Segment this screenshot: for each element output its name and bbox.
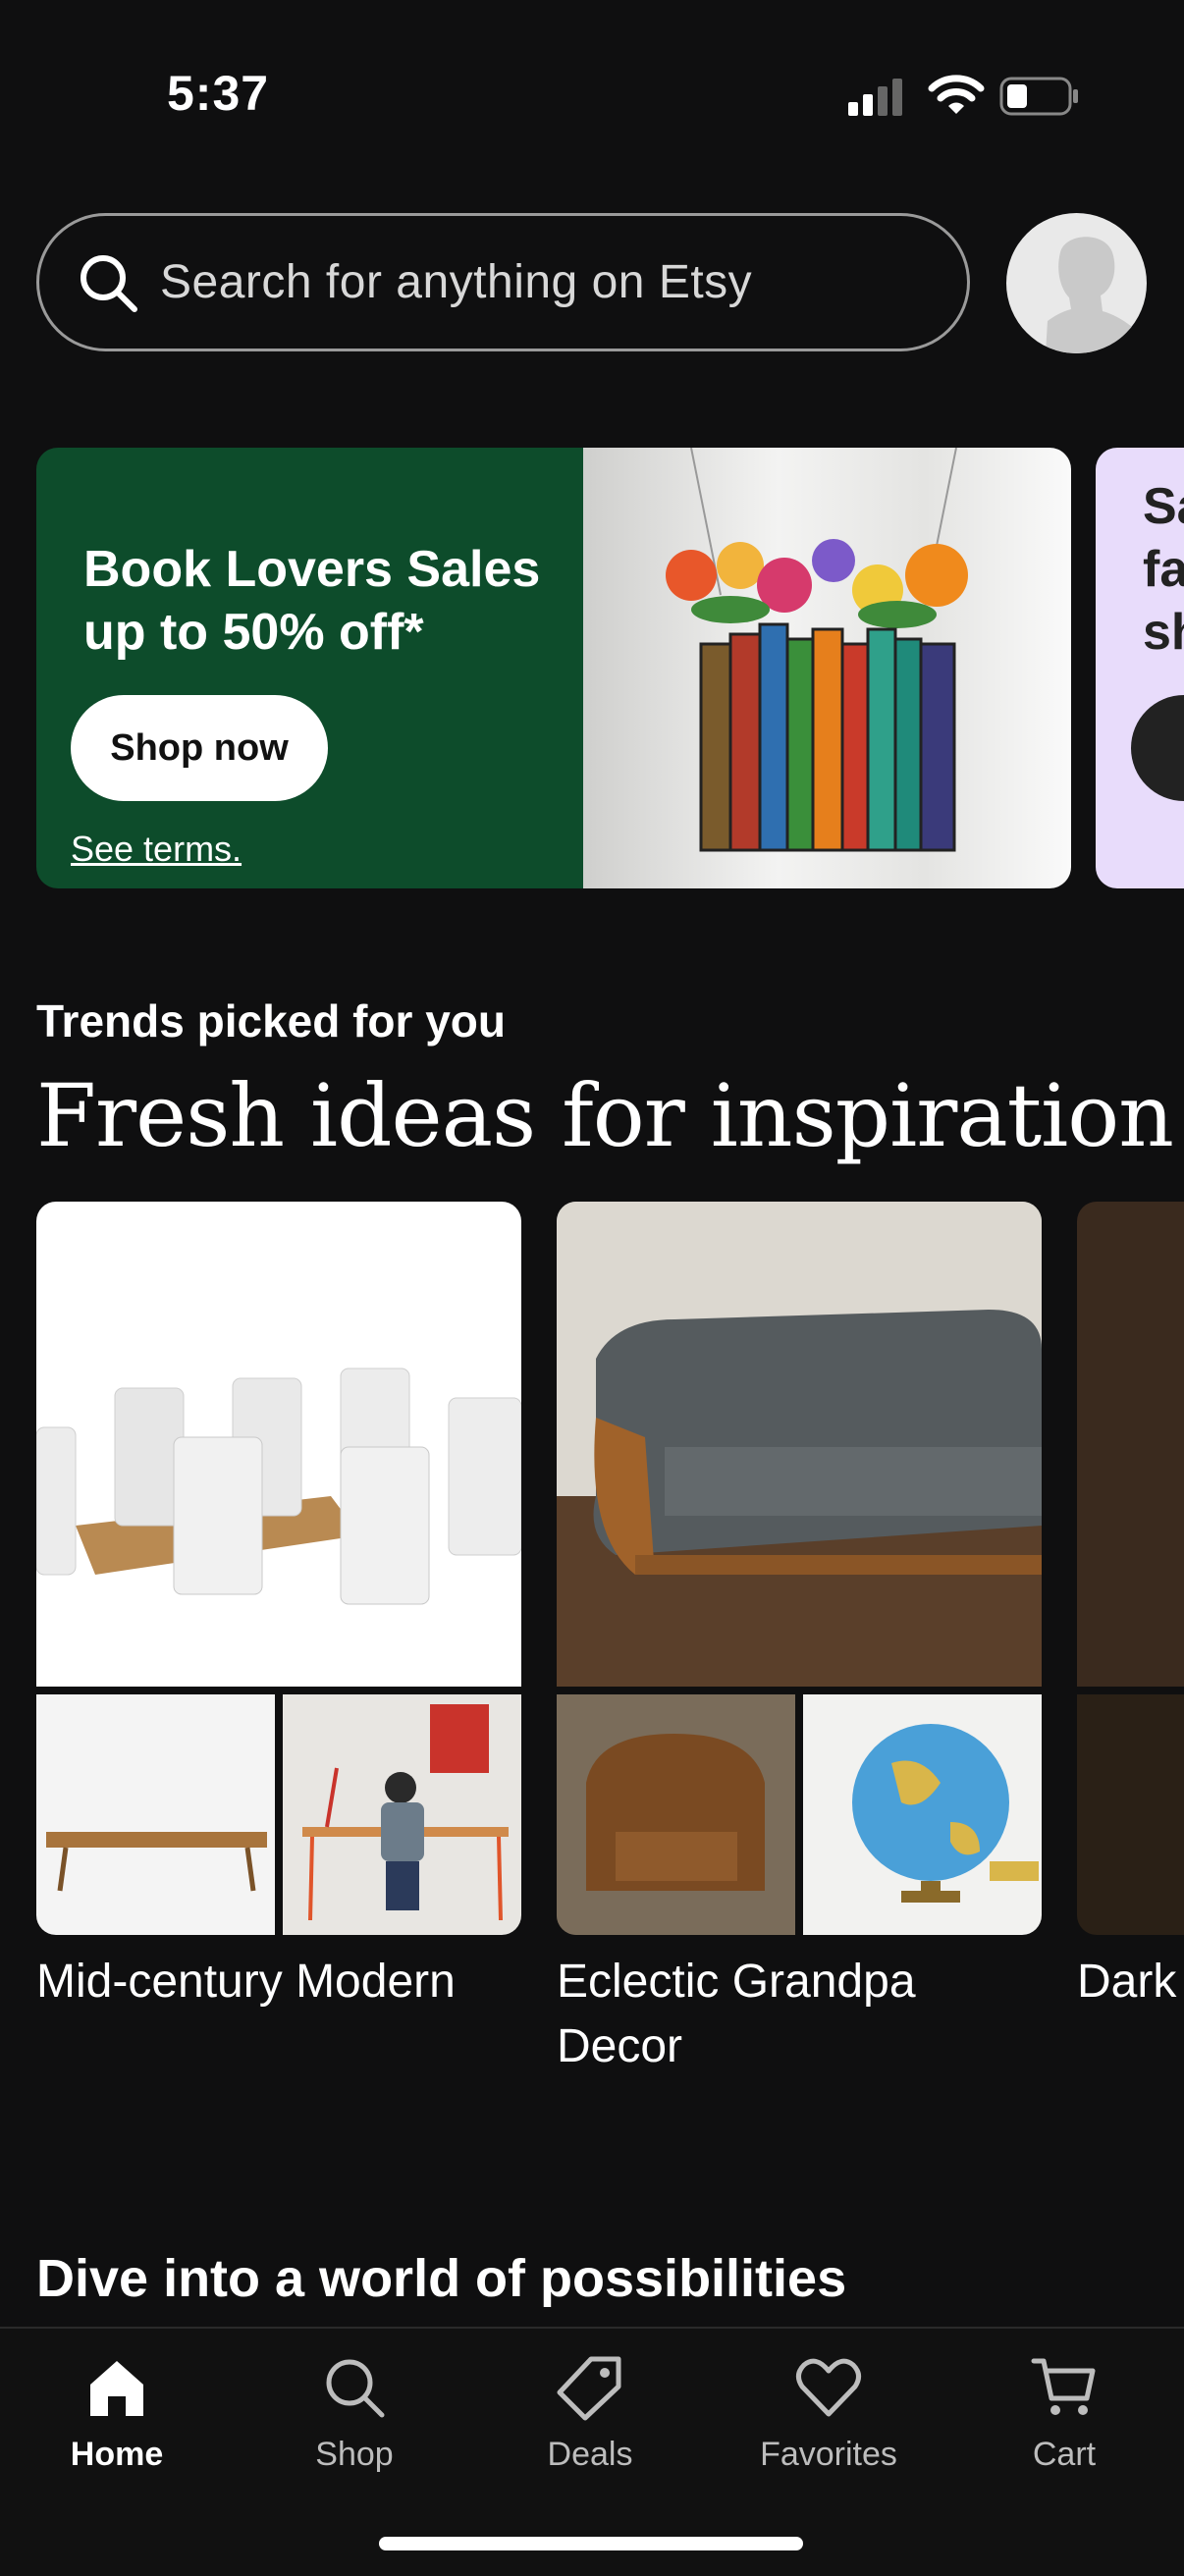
card-label: Dark Decor [1077, 1956, 1184, 2008]
sofa-illustration [557, 1202, 1042, 1687]
dark-decor-image [1077, 1202, 1184, 1687]
search-placeholder: Search for anything on Etsy [160, 256, 753, 308]
search-icon [81, 254, 137, 312]
card-label: Eclectic Grandpa Decor [557, 1956, 916, 2072]
banner2-text: Sa fa sh [1143, 478, 1184, 661]
tab-label: Home [70, 2436, 164, 2473]
stained-glass-books-image [666, 448, 968, 852]
bench-image [36, 1694, 275, 1935]
search-icon [326, 2359, 385, 2418]
card-label: Mid-century Modern [36, 1956, 456, 2008]
globe-illustration [852, 1724, 1039, 1903]
status-time: 5:37 [167, 66, 270, 121]
user-silhouette-icon [1046, 237, 1147, 353]
see-terms-link[interactable]: See terms. [71, 829, 242, 870]
explore-title: Dive into a world of possibilities [36, 2249, 847, 2308]
banner2-button[interactable] [1131, 695, 1184, 801]
battery-icon [999, 77, 1078, 116]
chair-illustration [557, 1694, 795, 1935]
tag-icon [557, 2356, 621, 2421]
glassware-image [36, 1202, 521, 1687]
tab-deals[interactable]: Deals [502, 2353, 678, 2474]
trends-subtitle: Trends picked for you [36, 995, 506, 1046]
cellular-signal-icon [848, 79, 902, 116]
tab-label: Shop [315, 2436, 394, 2473]
tab-cart[interactable]: Cart [976, 2353, 1153, 2474]
tab-shop[interactable]: Shop [266, 2353, 443, 2474]
heart-icon [796, 2358, 861, 2417]
banner-text-panel: Book Lovers Sales up to 50% off* Shop no… [36, 448, 583, 888]
chair-image [557, 1694, 795, 1935]
home-icon [90, 2361, 143, 2416]
wifi-icon [928, 75, 985, 114]
sofa-image [557, 1202, 1042, 1687]
tab-home[interactable]: Home [28, 2353, 205, 2474]
trend-card[interactable]: Dark Decor [1077, 1202, 1184, 2085]
tab-label: Deals [547, 2436, 633, 2473]
desk-image [283, 1694, 521, 1935]
tab-label: Cart [1032, 2436, 1097, 2473]
glassware-illustration [36, 1368, 521, 1605]
bench-illustration [46, 1832, 267, 1892]
profile-avatar[interactable] [1006, 213, 1147, 353]
cart-icon [1031, 2358, 1096, 2415]
promo-banner[interactable]: Book Lovers Sales up to 50% off* Shop no… [36, 448, 1071, 888]
globe-image [803, 1694, 1042, 1935]
tab-favorites[interactable]: Favorites [740, 2353, 917, 2474]
home-indicator [379, 2537, 803, 2550]
promo-banner-2[interactable]: Sa fa sh [1096, 448, 1184, 888]
search-bar[interactable]: Search for anything on Etsy [36, 213, 970, 351]
tab-label: Favorites [760, 2436, 897, 2473]
banner-image [583, 448, 1071, 888]
shop-now-button[interactable]: Shop now [71, 695, 328, 801]
trends-title: Fresh ideas for inspiration [36, 1065, 1174, 1166]
frame-image [1077, 1694, 1184, 1935]
desk-illustration [302, 1704, 509, 1921]
banner-title: Book Lovers Sales up to 50% off* [83, 541, 541, 661]
